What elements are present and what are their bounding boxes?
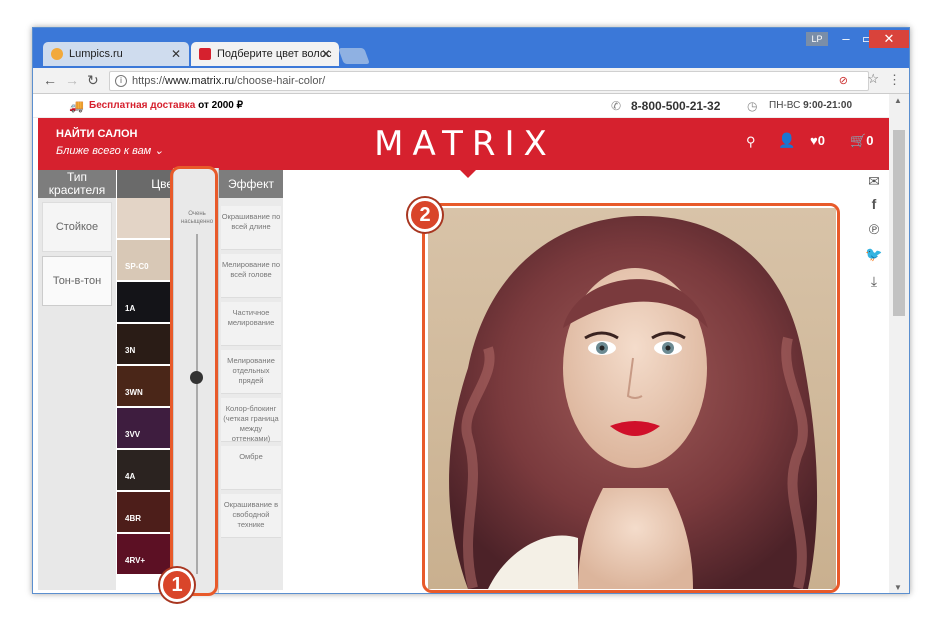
menu-icon[interactable]: ⋮ (888, 72, 901, 88)
callout-badge-2: 2 (408, 198, 442, 232)
top-info-strip: 🚚 Бесплатная доставка от 2000 ₽ ✆ 8-800-… (33, 94, 909, 118)
color-swatch[interactable]: 1A (117, 282, 171, 322)
effect-header: Эффект (219, 170, 283, 198)
delivery-red: Бесплатная доставка (89, 100, 196, 111)
tab-label: Lumpics.ru (69, 48, 123, 60)
delivery-text[interactable]: Бесплатная доставка от 2000 ₽ (89, 94, 243, 118)
effect-option[interactable]: Мелирование по всей голове (221, 254, 281, 298)
reload-icon[interactable]: ↻ (87, 72, 99, 89)
color-header: Цве (117, 170, 173, 198)
color-swatch[interactable]: 3VV (117, 408, 171, 448)
matrix-logo[interactable]: MATRIX (348, 124, 582, 164)
info-icon[interactable]: i (115, 75, 127, 87)
type-permanent[interactable]: Стойкое (42, 202, 112, 252)
close-tab-icon[interactable]: ✕ (321, 42, 331, 66)
color-swatch[interactable] (117, 198, 171, 238)
effect-option[interactable]: Окрашивание в свободной технике (221, 494, 281, 538)
pinterest-share-icon[interactable]: ℗ (864, 221, 884, 237)
site-header: НАЙТИ САЛОН Ближе всего к вам ⌄ MATRIX ⚲… (38, 118, 889, 178)
forward-icon[interactable]: → (65, 72, 79, 88)
tab-matrix[interactable]: Подберите цвет волос ✕ (191, 42, 339, 66)
header-pointer (460, 170, 476, 178)
scroll-down-icon[interactable]: ▼ (894, 583, 902, 592)
phone-icon: ✆ (611, 99, 622, 113)
callout-ring-2 (422, 203, 840, 593)
extension-icon[interactable]: ⊘ (839, 72, 848, 90)
address-bar: ← → ↻ i https://www.matrix.ru/choose-hai… (33, 68, 909, 94)
user-icon[interactable]: 👤 (778, 132, 795, 149)
truck-icon: 🚚 (69, 99, 84, 113)
color-swatch[interactable]: 3N (117, 324, 171, 364)
color-swatch[interactable]: 4BR (117, 492, 171, 532)
twitter-share-icon[interactable]: 🐦 (864, 246, 884, 263)
search-icon[interactable]: ⚲ (746, 134, 756, 150)
page-scrollbar[interactable]: ▲ ▼ (889, 94, 909, 593)
clock-icon: ◷ (747, 99, 758, 113)
effect-option[interactable]: Мелирование отдельных прядей (221, 350, 281, 394)
bookmark-star-icon[interactable]: ☆ (867, 71, 879, 87)
facebook-share-icon[interactable]: f (864, 196, 884, 212)
salon-sub: Ближе всего к вам (56, 145, 152, 157)
wishlist-count: 0 (817, 133, 825, 148)
scroll-thumb[interactable] (893, 130, 905, 316)
user-badge[interactable]: LP (806, 32, 828, 46)
title-bar: Lumpics.ru ✕ Подберите цвет волос ✕ LP –… (33, 28, 909, 68)
hours-time: 9:00-21:00 (803, 100, 852, 111)
new-tab-button[interactable] (338, 48, 370, 64)
chevron-down-icon: ⌄ (154, 145, 164, 157)
find-salon-subtitle[interactable]: Ближе всего к вам ⌄ (56, 144, 164, 157)
color-swatch[interactable]: 4A (117, 450, 171, 490)
type-tone-on-tone[interactable]: Тон-в-тон (42, 256, 112, 306)
effect-option[interactable]: Колор-блокинг (четкая граница между отте… (221, 398, 281, 443)
url-path: /choose-hair-color/ (234, 75, 326, 87)
effect-option[interactable]: Окрашивание по всей длине (221, 206, 281, 250)
download-icon[interactable]: ⤓ (864, 273, 884, 290)
url-prefix: https:// (132, 75, 166, 87)
back-icon[interactable]: ← (43, 72, 57, 88)
find-salon-title[interactable]: НАЙТИ САЛОН (56, 128, 137, 140)
lumpics-favicon-icon (51, 48, 63, 60)
type-header: Тип красителя (38, 170, 116, 198)
cart-button[interactable]: 🛒0 (850, 133, 873, 149)
wishlist-button[interactable]: ♥0 (810, 133, 825, 148)
email-share-icon[interactable]: ✉ (864, 173, 884, 190)
matrix-favicon-icon (199, 48, 211, 60)
effect-option[interactable]: Омбре (221, 446, 281, 490)
callout-ring-1 (170, 166, 218, 596)
scroll-up-icon[interactable]: ▲ (894, 96, 902, 105)
hours-text: ПН-ВС 9:00-21:00 (769, 94, 852, 118)
color-swatch[interactable]: 3WN (117, 366, 171, 406)
url-input[interactable]: i https://www.matrix.ru/choose-hair-colo… (109, 71, 869, 91)
url-host: www.matrix.ru (165, 75, 235, 87)
callout-badge-1: 1 (160, 568, 194, 602)
effect-column: Окрашивание по всей длине Мелирование по … (219, 198, 283, 590)
tab-lumpics[interactable]: Lumpics.ru ✕ (43, 42, 189, 66)
close-tab-icon[interactable]: ✕ (171, 42, 181, 66)
color-swatch[interactable]: 4RV+ (117, 534, 171, 574)
effect-option[interactable]: Частичное мелирование (221, 302, 281, 346)
delivery-rest: от 2000 ₽ (195, 100, 244, 111)
hours-days: ПН-ВС (769, 100, 804, 111)
color-swatch[interactable]: SP-C0 (117, 240, 171, 280)
tab-label: Подберите цвет волос (217, 48, 332, 60)
phone-number[interactable]: 8-800-500-21-32 (631, 94, 720, 118)
close-window-button[interactable]: ✕ (869, 30, 909, 48)
type-column: Стойкое Тон-в-тон (38, 198, 116, 590)
cart-count: 0 (866, 133, 874, 148)
